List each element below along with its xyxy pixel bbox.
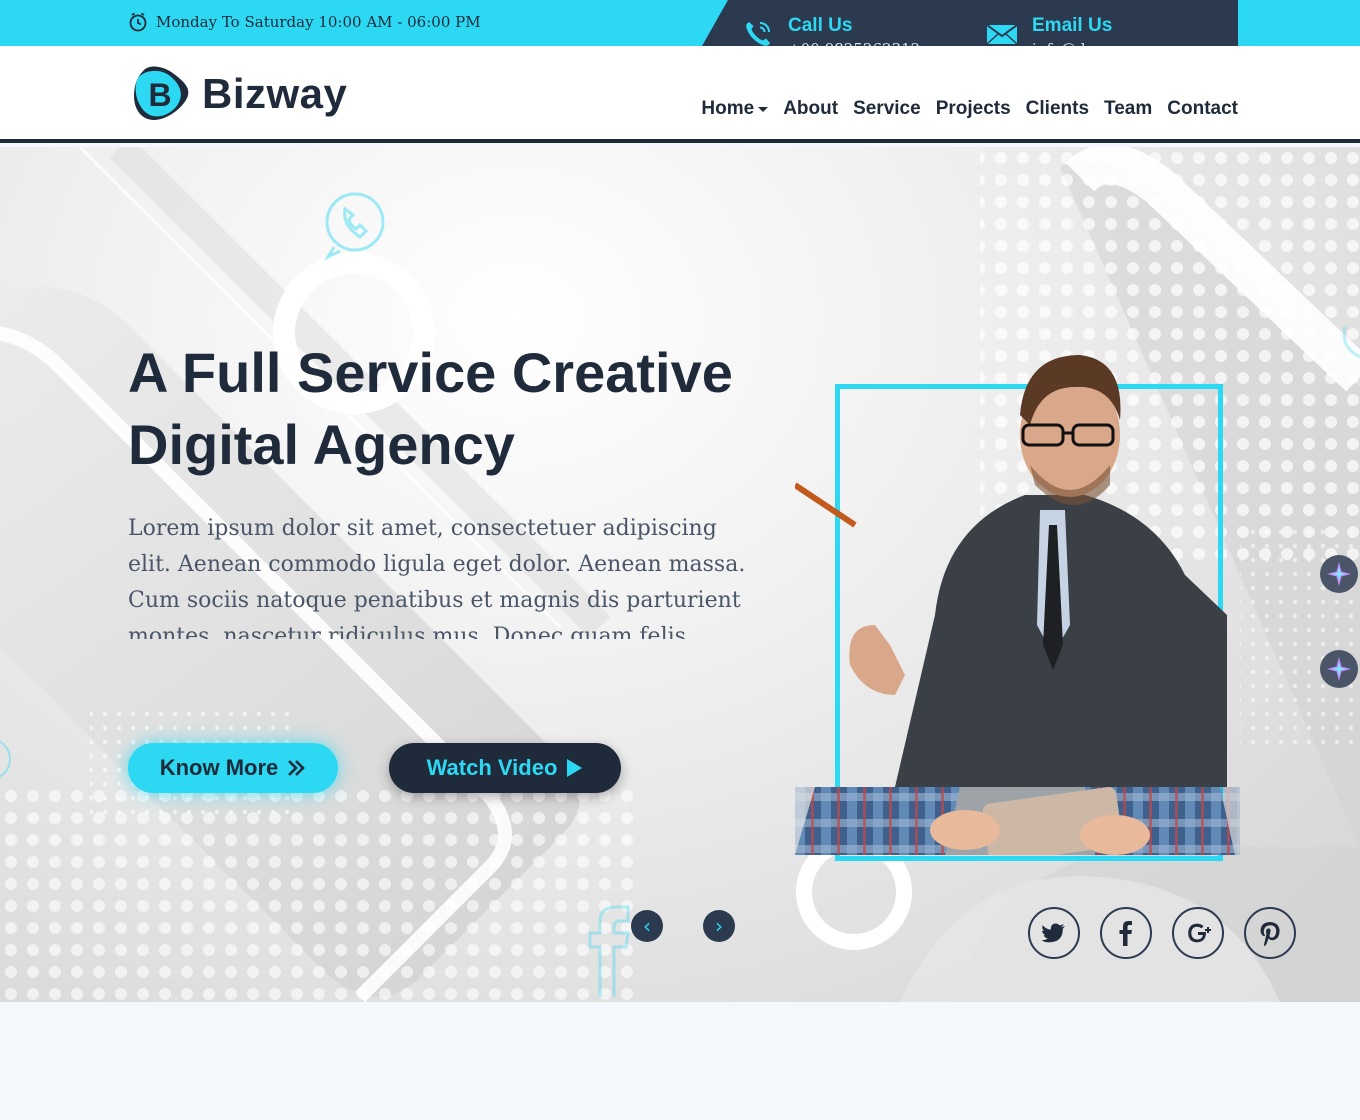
site-header: B Bizway Home About Service Projects Cli… bbox=[0, 46, 1360, 143]
nav-home-label: Home bbox=[701, 98, 755, 119]
pinterest-icon bbox=[1260, 922, 1280, 946]
hero-person-image bbox=[795, 355, 1240, 855]
logo-letter: B bbox=[148, 77, 171, 113]
google-plus-icon bbox=[1188, 923, 1211, 943]
hero-slider: A Full Service Creative Digital Agency L… bbox=[0, 147, 1360, 1002]
clock-icon bbox=[129, 12, 147, 32]
pinterest-link[interactable] bbox=[1244, 907, 1296, 959]
nav-team[interactable]: Team bbox=[1104, 98, 1152, 120]
next-section bbox=[0, 1002, 1360, 1120]
side-action-button-1[interactable] bbox=[1320, 555, 1358, 593]
hero-description: Lorem ipsum dolor sit amet, consectetuer… bbox=[128, 516, 746, 639]
business-hours: Monday To Saturday 10:00 AM - 06:00 PM bbox=[128, 12, 481, 32]
email-us-title: Email Us bbox=[1032, 15, 1113, 36]
double-chevron-right-icon bbox=[288, 760, 306, 776]
twitter-icon bbox=[1041, 923, 1065, 943]
nav-contact[interactable]: Contact bbox=[1167, 98, 1238, 120]
sparkle-icon bbox=[1327, 657, 1351, 681]
chevron-left-icon: ‹ bbox=[643, 914, 651, 938]
brand-name: Bizway bbox=[202, 70, 348, 117]
facebook-link[interactable] bbox=[1100, 907, 1152, 959]
play-icon bbox=[567, 759, 583, 777]
nav-projects[interactable]: Projects bbox=[936, 98, 1011, 120]
google-plus-link[interactable] bbox=[1172, 907, 1224, 959]
business-hours-text: Monday To Saturday 10:00 AM - 06:00 PM bbox=[156, 13, 481, 31]
watch-video-label: Watch Video bbox=[426, 755, 558, 780]
slider-prev-button[interactable]: ‹ bbox=[631, 910, 663, 942]
logo[interactable]: B Bizway bbox=[130, 64, 347, 124]
hero-title: A Full Service Creative Digital Agency bbox=[128, 341, 733, 476]
know-more-label: Know More bbox=[159, 755, 279, 780]
sparkle-icon bbox=[1327, 562, 1351, 586]
chevron-right-icon: › bbox=[715, 914, 723, 938]
call-us-title: Call Us bbox=[788, 15, 853, 36]
main-nav: Home About Service Projects Clients Team… bbox=[701, 98, 1238, 120]
side-action-button-2[interactable] bbox=[1320, 650, 1358, 688]
facebook-icon bbox=[1119, 921, 1132, 946]
nav-home[interactable]: Home bbox=[701, 98, 769, 120]
nav-about[interactable]: About bbox=[783, 98, 838, 120]
nav-service[interactable]: Service bbox=[853, 98, 921, 120]
know-more-button[interactable]: Know More bbox=[128, 743, 338, 793]
twitter-link[interactable] bbox=[1028, 907, 1080, 959]
whatsapp-watermark-icon bbox=[324, 192, 385, 261]
logo-mark-icon: B bbox=[134, 66, 189, 120]
slider-next-button[interactable]: › bbox=[703, 910, 735, 942]
watch-video-button[interactable]: Watch Video bbox=[389, 743, 621, 793]
chevron-down-icon bbox=[758, 106, 769, 112]
nav-clients[interactable]: Clients bbox=[1026, 98, 1089, 120]
